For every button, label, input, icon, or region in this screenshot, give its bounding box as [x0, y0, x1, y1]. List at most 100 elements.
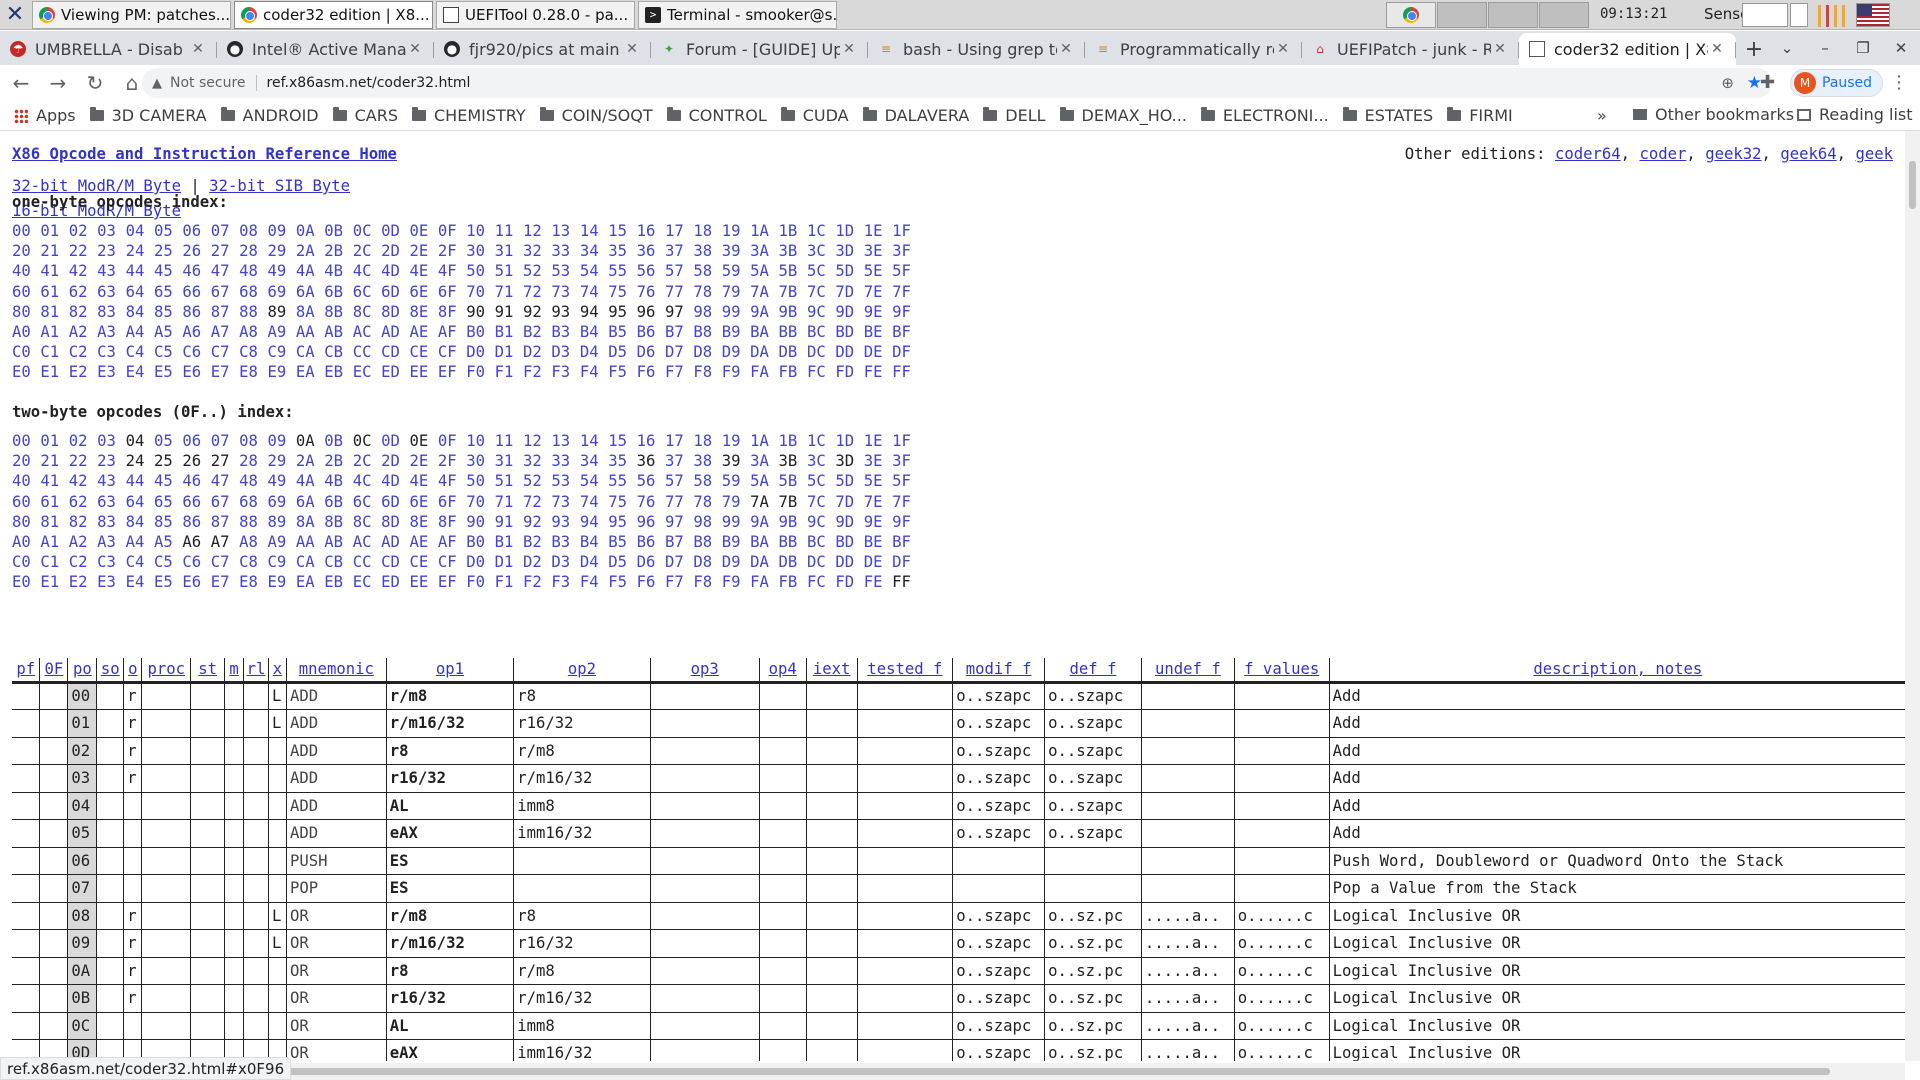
opcode-index-link[interactable]: 4E [409, 471, 428, 491]
opcode-index-link[interactable]: 3F [892, 241, 911, 261]
opcode-index-link[interactable]: 29 [268, 451, 287, 471]
opcode-index-link[interactable]: A2 [69, 532, 88, 552]
app-menu-icon[interactable]: ✕ [2, 2, 28, 28]
opcode-index-link[interactable]: 06 [182, 431, 201, 451]
opcode-index-link[interactable]: 59 [722, 261, 741, 281]
column-header-label[interactable]: rl [247, 660, 266, 678]
column-header-label[interactable]: so [101, 660, 120, 678]
opcode-index-link[interactable]: 47 [211, 261, 230, 281]
opcode-index-link[interactable]: 83 [97, 302, 116, 322]
opcode-index-link[interactable]: E7 [211, 362, 230, 382]
column-header-label[interactable]: st [198, 660, 217, 678]
opcode-index-link[interactable]: 86 [182, 302, 201, 322]
opcode-index-link[interactable]: 76 [637, 492, 656, 512]
opcode-index-link[interactable]: B7 [665, 532, 684, 552]
close-tab-icon[interactable]: ✕ [406, 41, 424, 57]
opcode-index-link[interactable]: 31 [495, 241, 514, 261]
opcode-index-link[interactable]: 8C [353, 302, 372, 322]
opcode-index-link[interactable]: 99 [722, 302, 741, 322]
opcode-index-link[interactable]: EC [353, 362, 372, 382]
opcode-index-link[interactable]: E3 [97, 572, 116, 592]
opcode-index-link[interactable]: B2 [523, 322, 542, 342]
opcode-index-link[interactable]: D5 [608, 552, 627, 572]
column-header-label[interactable]: undef f [1155, 660, 1221, 678]
opcode-index-link[interactable]: 8D [381, 512, 400, 532]
opcode-index-link[interactable]: 11 [495, 221, 514, 241]
close-tab-icon[interactable]: ✕ [840, 41, 858, 57]
opcode-index-link[interactable]: 60 [12, 492, 31, 512]
opcode-index-link[interactable]: 28 [239, 241, 258, 261]
column-header-label[interactable]: op1 [436, 660, 464, 678]
opcode-index-link[interactable]: 5E [864, 261, 883, 281]
opcode-index-link[interactable]: 10 [466, 431, 485, 451]
opcode-index-link[interactable]: F0 [466, 362, 485, 382]
opcode-index-link[interactable]: 61 [40, 282, 59, 302]
opcode-index-link[interactable]: 33 [551, 241, 570, 261]
opcode-index-link[interactable]: A1 [40, 532, 59, 552]
opcode-index-link[interactable]: AD [381, 532, 400, 552]
column-header[interactable]: o [123, 658, 142, 684]
column-header-label[interactable]: o [128, 660, 137, 678]
opcode-index-link[interactable]: 35 [608, 451, 627, 471]
opcode-index-link[interactable]: C7 [211, 552, 230, 572]
opcode-index-link[interactable]: CA [296, 552, 315, 572]
opcode-index-link[interactable]: CF [438, 552, 457, 572]
opcode-index-link[interactable]: AC [353, 322, 372, 342]
restore-icon[interactable]: ❐ [1844, 39, 1882, 57]
opcode-index-link[interactable]: 8A [296, 302, 315, 322]
opcode-index-link[interactable]: 18 [693, 221, 712, 241]
opcode-index-link[interactable]: 5E [864, 471, 883, 491]
opcode-index-link[interactable]: 74 [580, 492, 599, 512]
scroll-thumb[interactable] [270, 1068, 1830, 1075]
opcode-index-link[interactable]: 44 [126, 471, 145, 491]
opcode-index-link[interactable]: 4E [409, 261, 428, 281]
profile-button[interactable]: M Paused [1790, 69, 1884, 97]
more-bookmarks-chevron-icon[interactable]: » [1597, 106, 1607, 125]
opcode-index-link[interactable]: F6 [637, 362, 656, 382]
opcode-index-link[interactable]: D8 [693, 342, 712, 362]
column-header[interactable]: op2 [513, 658, 651, 684]
opcode-index-link[interactable]: BE [864, 322, 883, 342]
opcode-index-link[interactable]: 50 [466, 261, 485, 281]
opcode-index-link[interactable]: 6F [438, 492, 457, 512]
opcode-index-link[interactable]: CC [353, 342, 372, 362]
opcode-index-link[interactable]: D0 [466, 552, 485, 572]
opcode-index-link[interactable]: D9 [722, 552, 741, 572]
opcode-index-link[interactable]: 53 [551, 471, 570, 491]
opcode-index-link[interactable]: A6 [182, 322, 201, 342]
opcode-index-link[interactable]: AB [324, 532, 343, 552]
opcode-index-link[interactable]: BF [892, 322, 911, 342]
opcode-index-link[interactable]: EB [324, 572, 343, 592]
opcode-index-link[interactable]: AA [296, 532, 315, 552]
opcode-index-link[interactable]: 1E [864, 221, 883, 241]
opcode-index-link[interactable]: D3 [551, 552, 570, 572]
opcode-index-link[interactable]: D9 [722, 342, 741, 362]
opcode-index-link[interactable]: 21 [40, 241, 59, 261]
tab-programmatically[interactable]: ≡ Programmatically re ✕ [1085, 33, 1302, 65]
opcode-index-link[interactable]: 9F [892, 512, 911, 532]
horizontal-scrollbar[interactable] [270, 1063, 1905, 1080]
opcode-index-link[interactable]: 02 [69, 431, 88, 451]
opcode-index-link[interactable]: 67 [211, 492, 230, 512]
column-header[interactable]: 0F [39, 658, 68, 684]
opcode-index-link[interactable]: 5A [750, 261, 769, 281]
opcode-index-link[interactable]: B4 [580, 532, 599, 552]
opcode-index-link[interactable]: 22 [69, 451, 88, 471]
opcode-index-link[interactable]: 57 [665, 471, 684, 491]
opcode-index-link[interactable]: E6 [182, 572, 201, 592]
opcode-index-link[interactable]: 82 [69, 512, 88, 532]
opcode-index-link[interactable]: 53 [551, 261, 570, 281]
opcode-index-link[interactable]: FB [779, 572, 798, 592]
opcode-index-link[interactable]: 8B [324, 512, 343, 532]
opcode-index-link[interactable]: 58 [693, 261, 712, 281]
opcode-index-link[interactable]: 76 [637, 282, 656, 302]
opcode-index-link[interactable]: 6E [409, 492, 428, 512]
opcode-index-link[interactable]: 5D [835, 471, 854, 491]
opcode-index-link[interactable]: A7 [211, 322, 230, 342]
opcode-index-link[interactable]: 7D [835, 282, 854, 302]
opcode-index-link[interactable]: 42 [69, 261, 88, 281]
opcode-index-link[interactable]: BA [750, 532, 769, 552]
opcode-index-link[interactable]: FF [892, 362, 911, 382]
opcode-index-link[interactable]: 23 [97, 241, 116, 261]
opcode-index-link[interactable]: A8 [239, 322, 258, 342]
